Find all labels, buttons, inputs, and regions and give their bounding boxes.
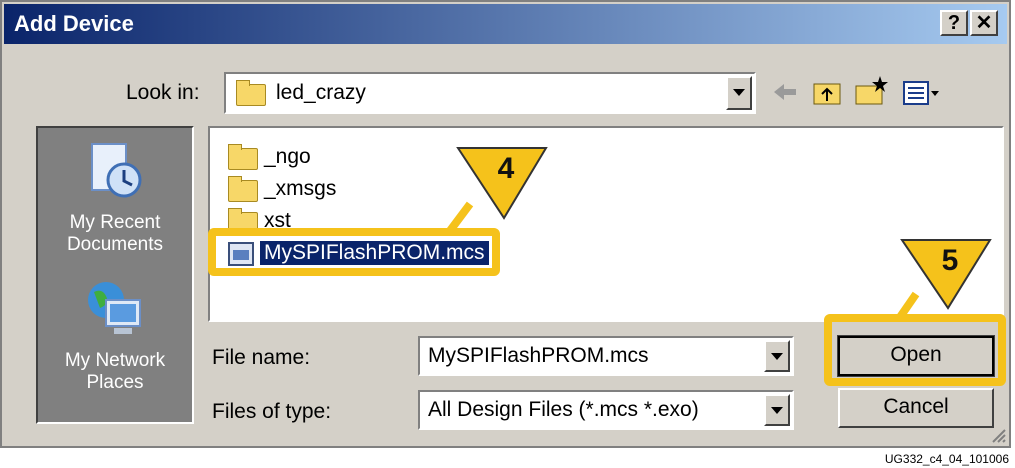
file-type-label: Files of type: bbox=[212, 400, 332, 423]
title-bar[interactable]: Add Device ? ✕ bbox=[4, 4, 1007, 44]
folder-icon bbox=[228, 144, 258, 170]
step-5-highlight bbox=[824, 314, 1006, 386]
folder-icon bbox=[236, 80, 266, 106]
file-type-value: All Design Files (*.mcs *.exo) bbox=[428, 398, 699, 421]
cancel-button[interactable]: Cancel bbox=[838, 388, 994, 428]
file-name-label: File name: bbox=[212, 346, 311, 369]
view-menu-icon[interactable] bbox=[902, 80, 940, 106]
file-name-value: MySPIFlashPROM.mcs bbox=[428, 344, 649, 367]
places-bar: My Recent Documents My Network Places bbox=[36, 126, 194, 424]
folder-icon bbox=[228, 176, 258, 202]
up-folder-icon[interactable] bbox=[812, 78, 842, 106]
recent-label-line2: Documents bbox=[66, 234, 164, 255]
recent-label-line1: My Recent bbox=[69, 212, 161, 233]
figure-caption: UG332_c4_04_101006 bbox=[884, 452, 1009, 466]
places-item-recent[interactable]: My Recent Documents bbox=[38, 134, 192, 264]
back-arrow-icon[interactable] bbox=[772, 82, 798, 102]
look-in-label: Look in: bbox=[126, 81, 200, 104]
file-name-input[interactable]: MySPIFlashPROM.mcs bbox=[418, 336, 794, 376]
places-item-network[interactable]: My Network Places bbox=[38, 278, 192, 408]
resize-grip-icon[interactable] bbox=[989, 426, 1007, 444]
close-button[interactable]: ✕ bbox=[970, 10, 998, 36]
network-label-line2: Places bbox=[86, 372, 144, 393]
window-title: Add Device bbox=[14, 11, 134, 36]
step-4-number: 4 bbox=[497, 152, 515, 185]
network-places-icon bbox=[88, 282, 141, 334]
help-button[interactable]: ? bbox=[940, 10, 968, 36]
file-type-dropdown-button[interactable] bbox=[764, 394, 790, 426]
recent-documents-icon bbox=[91, 143, 142, 198]
file-list[interactable]: _ngo _xmsgs xst MySPIFlashPROM.mcs bbox=[208, 126, 1004, 322]
step-5-number: 5 bbox=[941, 244, 959, 277]
file-type-select[interactable]: All Design Files (*.mcs *.exo) bbox=[418, 390, 794, 430]
network-label-line1: My Network bbox=[64, 350, 166, 371]
look-in-dropdown-button[interactable] bbox=[726, 76, 752, 110]
file-name-dropdown-button[interactable] bbox=[764, 340, 790, 372]
new-folder-icon[interactable] bbox=[854, 74, 888, 106]
look-in-combo[interactable]: led_crazy bbox=[224, 72, 756, 114]
look-in-value: led_crazy bbox=[276, 81, 366, 104]
